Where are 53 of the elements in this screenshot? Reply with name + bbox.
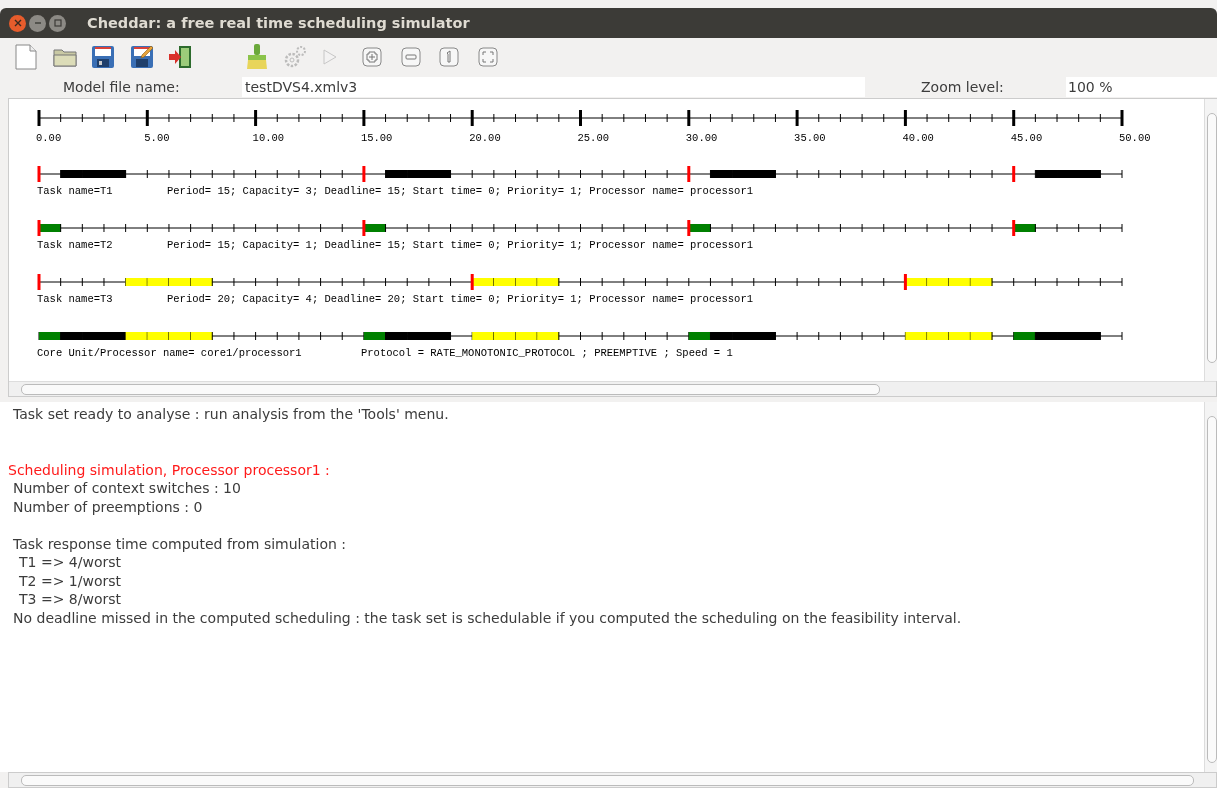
task-parameters: Period= 15; Capacity= 3; Deadline= 15; Start time= 0; Priority= 1; Processor name= processor1: [167, 185, 753, 197]
tick-label: 15.00: [360, 132, 393, 144]
tick-label: 45.00: [1010, 132, 1043, 144]
number-one-icon: [439, 46, 459, 67]
maximize-icon: [53, 19, 62, 27]
log-line: No deadline missed in the computed scheduling : the task set is schedulable if you computed the scheduling on the feasibility interval.: [13, 608, 963, 627]
gear-icon: [283, 44, 307, 69]
log-line: Number of context switches : 10: [13, 479, 242, 498]
play-icon: [321, 47, 338, 66]
log-line: T1 => 4/worst: [18, 553, 122, 572]
log-line: Task response time computed from simulation :: [13, 534, 348, 553]
tick-label: 50.00: [1119, 132, 1151, 144]
zoom-out-icon: [400, 46, 421, 67]
task-name: Task name=T1: [37, 185, 113, 197]
tick-label: 30.00: [685, 132, 718, 144]
tick-label: 20.00: [469, 132, 501, 144]
exit-door-icon: [168, 44, 192, 69]
tick-label: 25.00: [577, 132, 609, 144]
tick-label: 5.00: [144, 132, 170, 144]
task-name: Task name=T2: [37, 239, 113, 251]
horizontal-scrollbar[interactable]: [8, 772, 1217, 788]
task-name: Task name=T3: [37, 293, 113, 305]
close-icon: [13, 19, 22, 27]
horizontal-scrollbar[interactable]: [9, 381, 1216, 396]
fit-icon: [477, 46, 498, 67]
window-title: Cheddar: a free real time scheduling simulator: [87, 15, 470, 31]
vertical-scrollbar[interactable]: [1204, 402, 1217, 772]
log-line: Task set ready to analyse : run analysis from the 'Tools' menu.: [13, 405, 450, 424]
brush-icon: [244, 42, 269, 71]
close-button[interactable]: [9, 14, 26, 32]
log-line: T3 => 8/worst: [18, 590, 122, 609]
task-parameters: Period= 20; Capacity= 4; Deadline= 20; Start time= 0; Priority= 1; Processor name= processor1: [167, 293, 753, 305]
blank-page-icon: [14, 43, 38, 70]
log-line: T2 => 1/worst: [18, 571, 122, 590]
zoom-in-icon: [362, 46, 382, 67]
log-heading: Scheduling simulation, Processor processor1 :: [8, 460, 331, 479]
tick-label: 35.00: [794, 132, 826, 144]
model-file-label: Model file name:: [63, 78, 181, 95]
tick-label: 0.00: [36, 132, 62, 144]
tick-label: 40.00: [902, 132, 934, 144]
zoom-level-label: Zoom level:: [921, 78, 1005, 95]
model-file-field[interactable]: testDVS4.xmlv3: [242, 76, 865, 97]
floppy-pencil-icon: [129, 44, 154, 69]
log-line: Number of preemptions : 0: [13, 497, 204, 516]
processor-name: Core Unit/Processor name= core1/processor1: [37, 347, 302, 359]
task-parameters: Period= 15; Capacity= 1; Deadline= 15; Start time= 0; Priority= 1; Processor name= processor1: [167, 239, 753, 251]
scheduling-protocol: Protocol = RATE_MONOTONIC_PROTOCOL ; PREEMPTIVE ; Speed = 1: [361, 347, 733, 359]
maximize-button[interactable]: [49, 14, 66, 32]
zoom-level-field[interactable]: 100 %: [1066, 76, 1217, 97]
minimize-icon: [33, 19, 42, 27]
vertical-scrollbar[interactable]: [1204, 99, 1217, 381]
tick-label: 10.00: [252, 132, 285, 144]
minimize-button[interactable]: [29, 14, 46, 32]
